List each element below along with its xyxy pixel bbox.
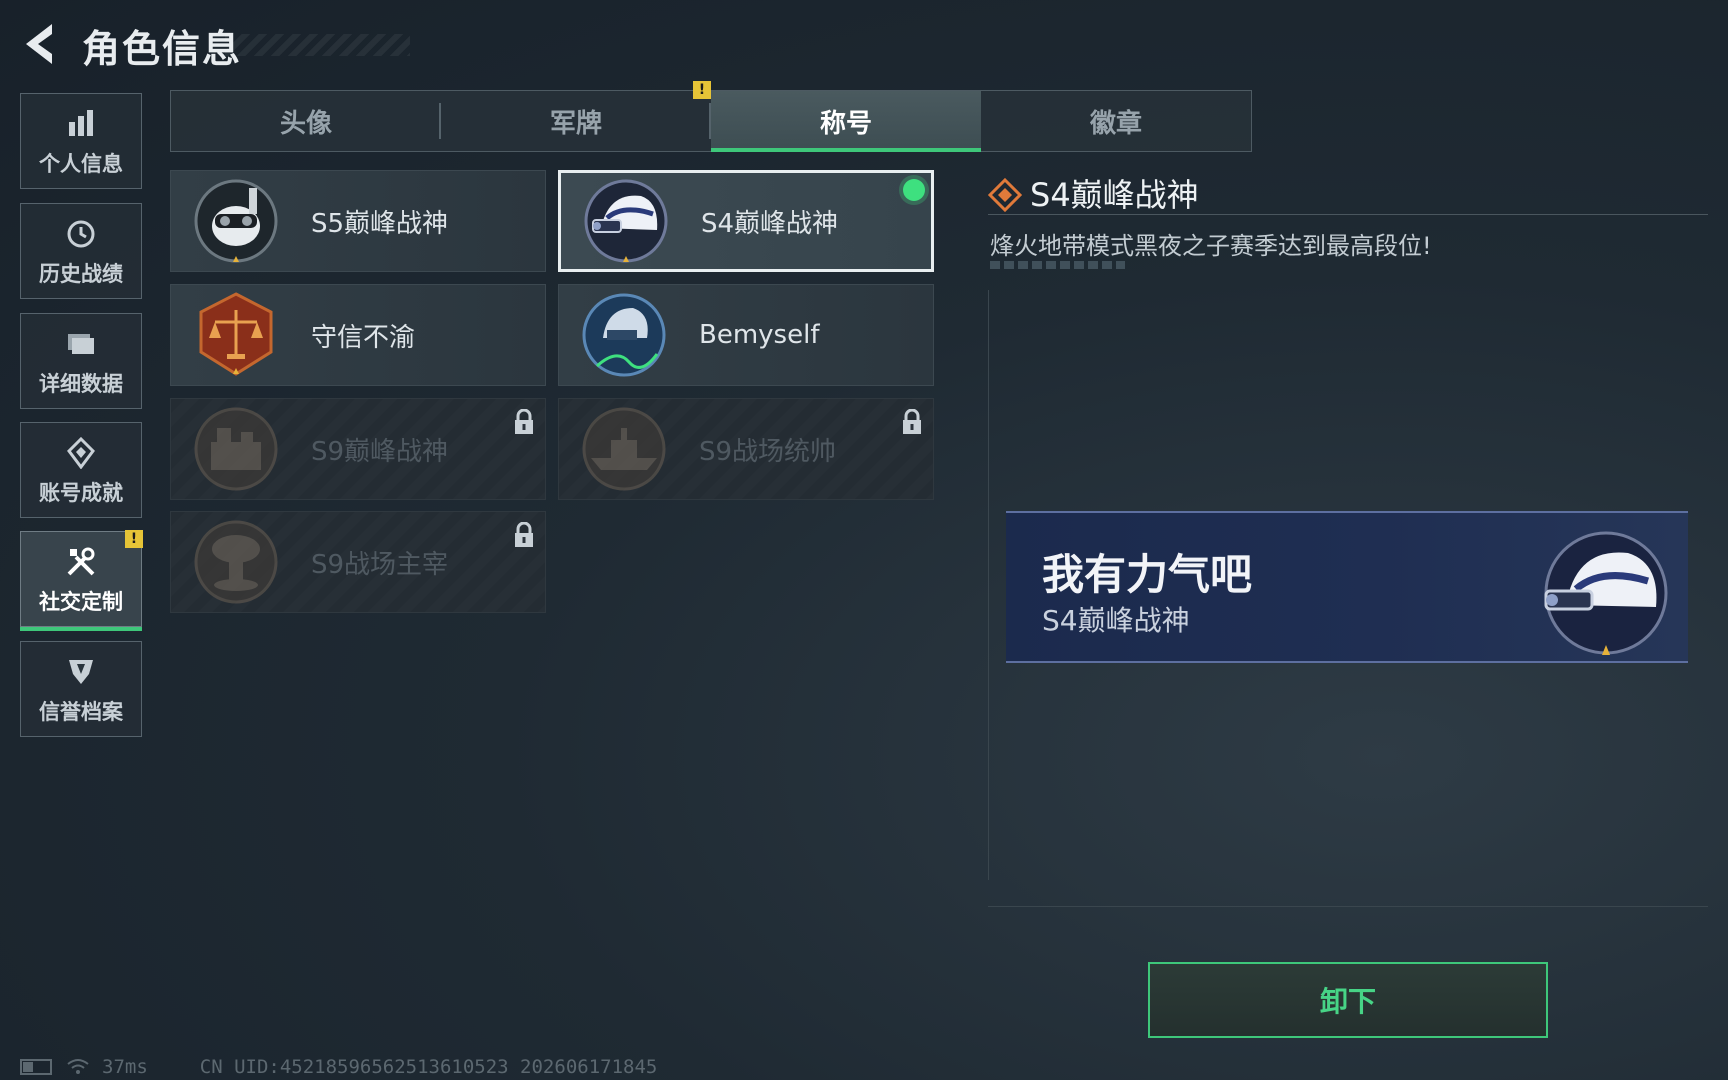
tab-title[interactable]: 称号 xyxy=(711,91,981,152)
back-arrow-icon[interactable] xyxy=(20,20,60,68)
title-name: S4巅峰战神 xyxy=(701,208,839,239)
title-card[interactable]: S5巅峰战神 xyxy=(170,170,546,272)
sidebar-item-label: 信誉档案 xyxy=(39,700,123,724)
title-name: S9巅峰战神 xyxy=(311,436,449,467)
sidebar-item-label: 详细数据 xyxy=(39,372,123,396)
sidebar-item-label: 账号成就 xyxy=(39,481,123,505)
title-name: S5巅峰战神 xyxy=(311,208,449,239)
fortress-emblem-icon xyxy=(194,407,278,491)
title-name: Bemyself xyxy=(699,320,820,350)
achievement-icon xyxy=(61,433,101,473)
title-name: S9战场统帅 xyxy=(699,436,837,467)
page-title: 角色信息 xyxy=(82,27,243,71)
detail-decoration xyxy=(990,261,1125,269)
title-decoration xyxy=(225,34,410,56)
tab-dog-tag[interactable]: 军牌 ! xyxy=(441,81,711,151)
ping-value: 37ms xyxy=(102,1056,148,1078)
folder-icon xyxy=(61,324,101,364)
title-name: S9战场主宰 xyxy=(311,549,449,580)
sidebar-item-personal-info[interactable]: 个人信息 xyxy=(20,93,142,189)
tab-badge[interactable]: 徽章 xyxy=(981,91,1251,151)
sidebar-item-label: 个人信息 xyxy=(39,152,123,176)
title-card-locked[interactable]: S9战场统帅 xyxy=(558,398,934,500)
mushroom-cloud-emblem-icon xyxy=(194,520,278,604)
tab-label: 称号 xyxy=(819,108,872,139)
alert-badge: ! xyxy=(125,530,143,548)
lock-icon xyxy=(515,409,533,434)
shield-icon xyxy=(61,652,101,692)
tab-avatar[interactable]: 头像 xyxy=(171,91,441,151)
tab-label: 军牌 xyxy=(549,108,602,139)
wifi-icon xyxy=(67,1059,89,1074)
lock-icon xyxy=(515,522,533,547)
title-card-selected[interactable]: S4巅峰战神 xyxy=(558,170,934,272)
night-vision-helmet-emblem-icon xyxy=(1544,531,1668,655)
unequip-button[interactable]: 卸下 xyxy=(1148,962,1548,1038)
sidebar-item-label: 社交定制 xyxy=(39,590,123,614)
tab-bar: 头像 军牌 ! 称号 徽章 xyxy=(170,81,1252,152)
detail-title: S4巅峰战神 xyxy=(1030,176,1199,214)
detail-description: 烽火地带模式黑夜之子赛季达到最高段位! xyxy=(990,232,1432,260)
alert-badge: ! xyxy=(693,81,711,99)
title-card[interactable]: 守信不渝 xyxy=(170,284,546,386)
frame-line xyxy=(988,290,989,880)
preview-title: S4巅峰战神 xyxy=(1042,604,1190,637)
title-preview-banner: 我有力气吧 S4巅峰战神 xyxy=(1006,511,1688,663)
warship-emblem-icon xyxy=(582,407,666,491)
uid-text: CN UID:452185965625136105​23 20260617184… xyxy=(199,1056,658,1078)
battery-icon xyxy=(20,1059,52,1075)
frame-line xyxy=(988,906,1708,907)
active-indicator xyxy=(20,627,142,631)
title-rank-icon xyxy=(988,178,1022,212)
sidebar-item-achievements[interactable]: 账号成就 xyxy=(20,422,142,518)
tab-label: 头像 xyxy=(279,108,332,139)
bar-chart-icon xyxy=(61,104,101,144)
player-nickname: 我有力气吧 xyxy=(1042,550,1253,599)
sidebar-item-reputation[interactable]: 信誉档案 xyxy=(20,641,142,737)
tab-label: 徽章 xyxy=(1089,108,1142,139)
skull-diver-emblem-icon xyxy=(194,179,278,263)
signature-helmet-emblem-icon xyxy=(582,293,666,377)
night-vision-helmet-emblem-icon xyxy=(584,179,668,263)
title-card-locked[interactable]: S9战场主宰 xyxy=(170,511,546,613)
title-card[interactable]: Bemyself xyxy=(558,284,934,386)
sidebar-item-detailed-data[interactable]: 详细数据 xyxy=(20,313,142,409)
sidebar-item-social-custom[interactable]: 社交定制 ! xyxy=(20,530,143,631)
clock-icon xyxy=(61,214,101,254)
lock-icon xyxy=(903,409,921,434)
tools-icon xyxy=(61,542,101,582)
title-card-locked[interactable]: S9巅峰战神 xyxy=(170,398,546,500)
sidebar-item-match-history[interactable]: 历史战绩 xyxy=(20,203,142,299)
status-footer: 37ms CN UID:452185965625136105​23 202606… xyxy=(20,1056,657,1078)
detail-divider xyxy=(988,214,1708,215)
equipped-indicator xyxy=(903,179,925,201)
title-name: 守信不渝 xyxy=(311,322,416,353)
scales-emblem-icon xyxy=(199,292,273,376)
sidebar-item-label: 历史战绩 xyxy=(39,262,123,286)
